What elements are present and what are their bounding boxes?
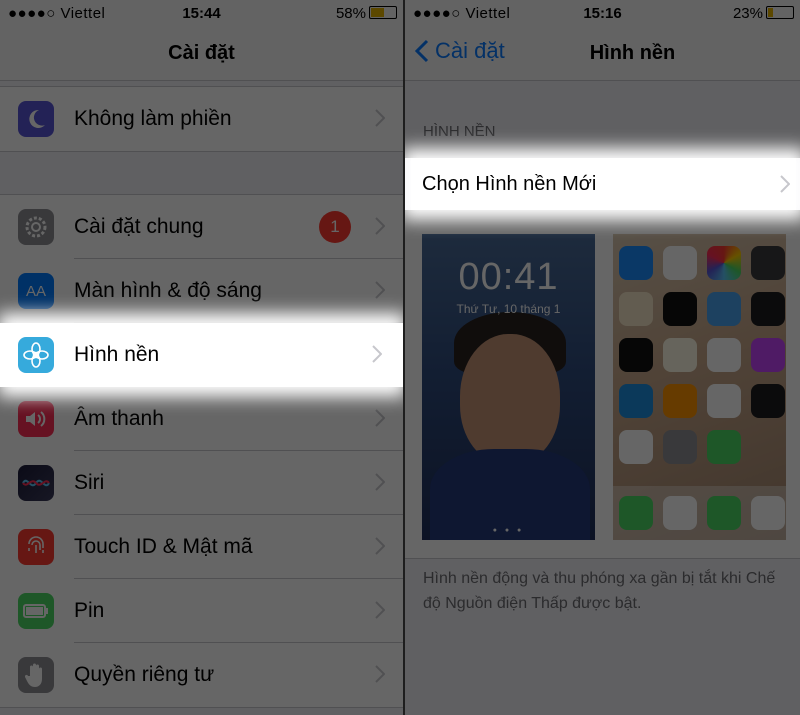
settings-row-label: Quyền riêng tư (74, 663, 215, 686)
nav-bar: Cài đặt (0, 28, 403, 81)
clock-icon (663, 292, 697, 326)
notification-badge: 1 (319, 211, 351, 243)
battery-percent: 58% (335, 5, 366, 22)
settings-row-touch-id[interactable]: Touch ID & Mật mã (0, 515, 403, 579)
dock (613, 486, 786, 540)
siri-icon (18, 465, 54, 501)
gear-icon (18, 209, 54, 245)
lock-screen-time: 00:41 (458, 256, 559, 298)
choose-new-wallpaper-row[interactable]: Chọn Hình nền Mới (411, 158, 796, 210)
stocks-icon (751, 292, 785, 326)
home-app-icon (707, 384, 741, 418)
calendar-icon (663, 246, 697, 280)
battery-icon (766, 6, 794, 19)
messages-icon (707, 496, 741, 530)
chevron-right-icon (372, 345, 382, 363)
display-brightness-icon: AA (18, 273, 54, 309)
settings-row-label: Touch ID & Mật mã (74, 535, 253, 558)
app-grid (619, 246, 785, 464)
chevron-right-icon (375, 665, 385, 683)
battery-icon (18, 593, 54, 629)
battery-status: 23% (733, 5, 794, 22)
speaker-icon (18, 401, 54, 437)
app-store-icon (619, 384, 653, 418)
reminders-icon (707, 338, 741, 372)
wallpaper-screen: ●●●●○ Viettel 15:16 23% Cài đặt Hình nền… (405, 0, 800, 715)
safari-icon (663, 496, 697, 530)
fingerprint-icon (18, 529, 54, 565)
camera-icon (751, 246, 785, 280)
nav-bar: Cài đặt Hình nền (405, 28, 800, 81)
lock-screen-preview[interactable]: 00:41 Thứ Tư, 10 tháng 1 ● ● ● (422, 234, 595, 540)
chevron-right-icon (375, 473, 385, 491)
status-bar: ●●●●○ Viettel 15:16 23% (405, 0, 800, 28)
settings-screen: ●●●●○ Viettel 15:44 58% Cài đặt Không là… (0, 0, 403, 715)
settings-row-privacy[interactable]: Quyền riêng tư (0, 643, 403, 707)
chevron-right-icon (375, 217, 385, 235)
notes-icon (663, 338, 697, 372)
settings-app-icon (663, 430, 697, 464)
settings-row-general[interactable]: Cài đặt chung 1 (0, 195, 403, 259)
health-icon (619, 430, 653, 464)
settings-row-label: Cài đặt chung (74, 215, 204, 238)
battery-icon (369, 6, 397, 19)
chevron-right-icon (375, 109, 385, 127)
settings-row-label: Không làm phiền (74, 107, 232, 130)
battery-percent: 23% (732, 5, 763, 22)
photos-icon (707, 246, 741, 280)
settings-row-sounds[interactable]: Âm thanh (0, 387, 403, 451)
settings-row-siri[interactable]: Siri (0, 451, 403, 515)
battery-status: 58% (336, 5, 397, 22)
phone-icon (619, 496, 653, 530)
section-header: HÌNH NỀN (423, 123, 496, 140)
page-title: Hình nền (589, 42, 676, 64)
videos-icon (751, 384, 785, 418)
home-screen-preview[interactable] (613, 234, 786, 540)
mail-icon (619, 246, 653, 280)
low-power-note: Hình nền động và thu phóng xa gần bị tắt… (423, 570, 776, 612)
settings-group-1: Không làm phiền (0, 86, 403, 152)
settings-row-label: Siri (74, 471, 105, 494)
moon-icon (18, 101, 54, 137)
settings-row-label: Âm thanh (74, 407, 164, 430)
chevron-right-icon (375, 281, 385, 299)
choose-new-wallpaper-label: Chọn Hình nền Mới (422, 173, 597, 195)
settings-row-do-not-disturb[interactable]: Không làm phiền (0, 87, 403, 151)
music-icon (751, 496, 785, 530)
hand-icon (18, 657, 54, 693)
chevron-right-icon (780, 175, 790, 193)
settings-row-label: Pin (74, 599, 105, 622)
chevron-right-icon (375, 409, 385, 427)
wallet-icon (619, 338, 653, 372)
itunes-store-icon (751, 338, 785, 372)
status-bar: ●●●●○ Viettel 15:44 58% (0, 0, 403, 28)
facetime-icon (707, 430, 741, 464)
settings-row-label: Hình nền (74, 343, 160, 366)
wallpaper-previews: 00:41 Thứ Tư, 10 tháng 1 ● ● ● (405, 210, 800, 559)
chevron-right-icon (375, 601, 385, 619)
settings-row-display[interactable]: AA Màn hình & độ sáng (0, 259, 403, 323)
comparison-screenshot: ●●●●○ Viettel 15:44 58% Cài đặt Không là… (0, 0, 800, 715)
settings-row-battery[interactable]: Pin (0, 579, 403, 643)
lock-screen-date: Thứ Tư, 10 tháng 1 (456, 302, 561, 316)
settings-row-wallpaper[interactable]: Hình nền (8, 323, 396, 387)
weather-icon (707, 292, 741, 326)
page-title: Cài đặt (168, 42, 235, 64)
settings-row-label: Màn hình & độ sáng (74, 279, 262, 302)
wallpaper-flower-icon (18, 337, 54, 373)
ibooks-icon (663, 384, 697, 418)
chevron-right-icon (375, 537, 385, 555)
settings-group-2: Cài đặt chung 1 AA Màn hình & độ sáng Âm… (0, 194, 403, 708)
page-dots: ● ● ● (492, 527, 525, 534)
chevron-left-icon (415, 39, 429, 63)
maps-icon (619, 292, 653, 326)
